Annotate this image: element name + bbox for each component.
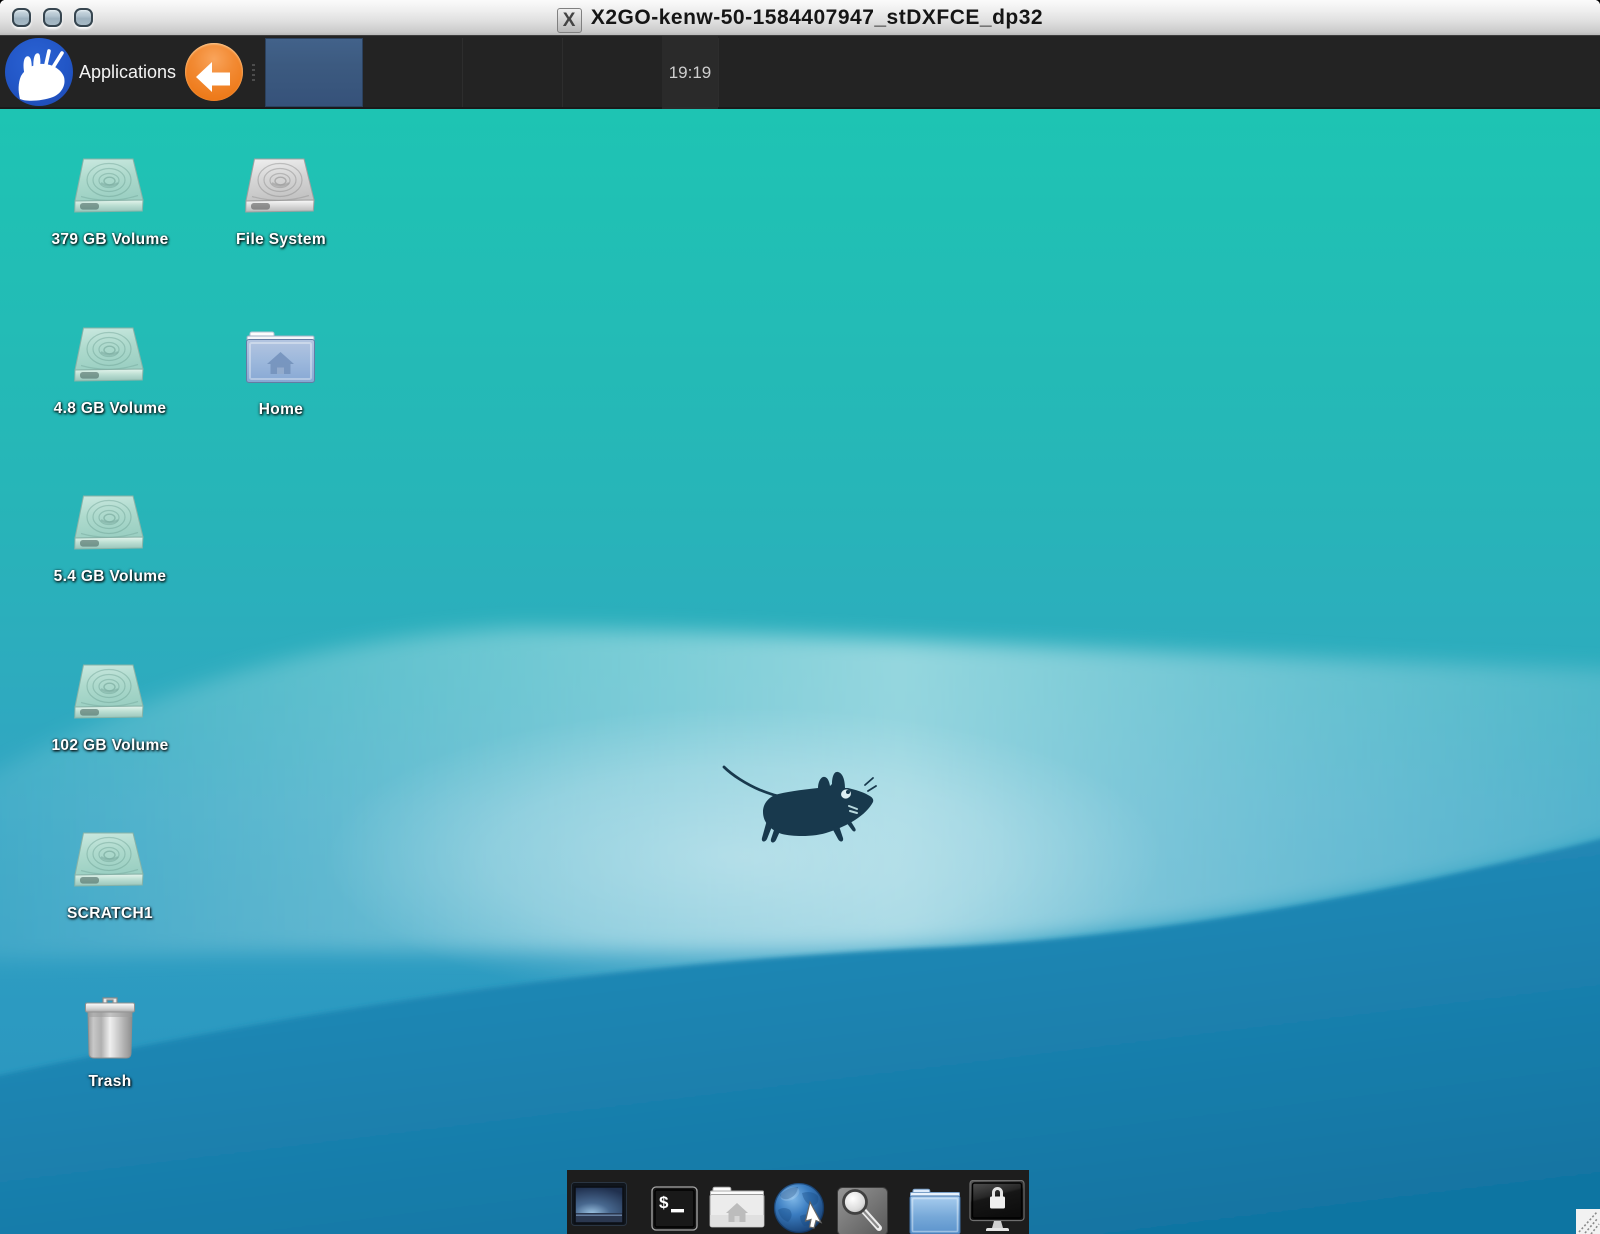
svg-text:$: $ [659,1193,669,1212]
